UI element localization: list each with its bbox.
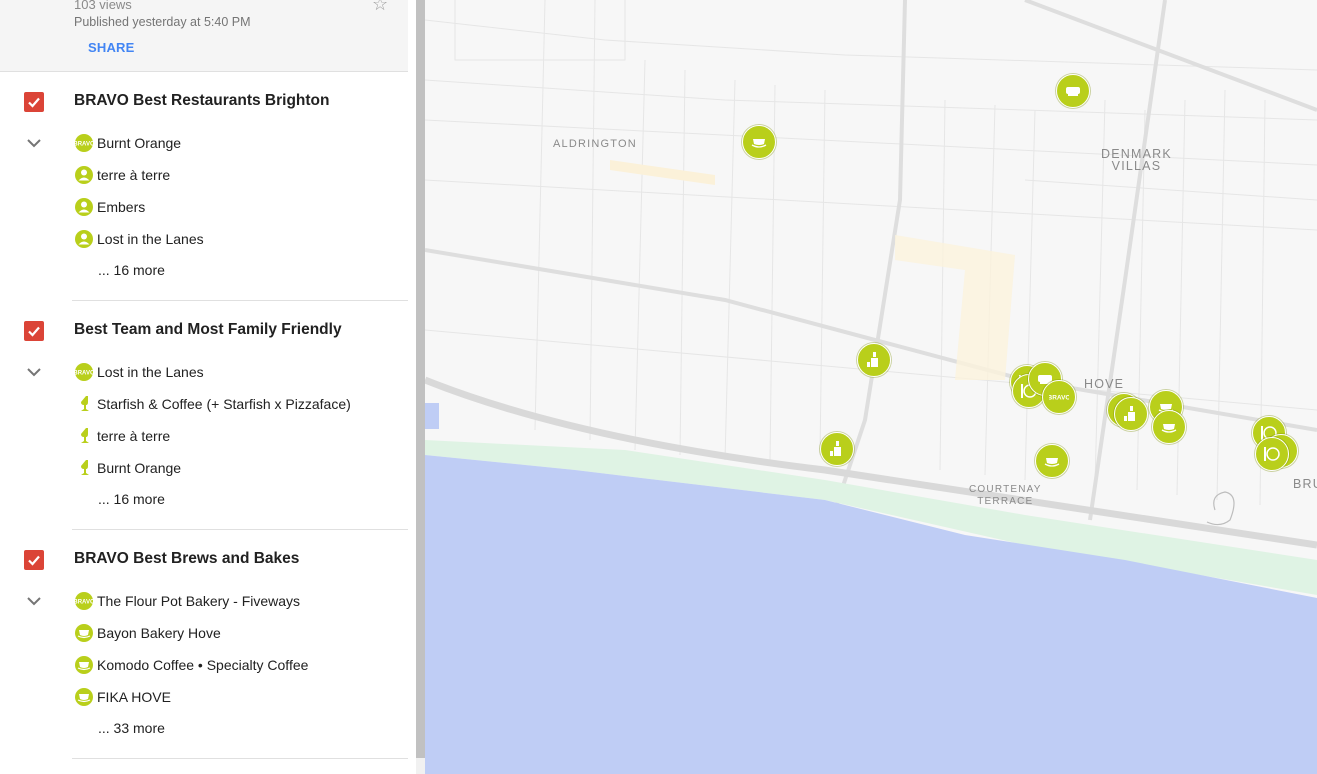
map-marker-restaurant[interactable] [1255, 437, 1289, 471]
map-canvas[interactable]: ALDRINGTON DENMARK VILLAS HOVE COURTENAY… [425, 0, 1317, 774]
svg-text:BRAVO: BRAVO [74, 142, 94, 148]
layer-checkbox[interactable] [24, 550, 44, 570]
divider [72, 529, 408, 530]
map-marker-cup[interactable] [1035, 444, 1069, 478]
wine-glass-icon [74, 458, 94, 478]
bravo-badge-icon: BRAVO [73, 362, 95, 382]
bottle-icon [1124, 406, 1135, 421]
bravo-badge-icon: BRAVO [73, 133, 95, 153]
legend-sidebar: 103 views Published yesterday at 5:40 PM… [0, 0, 416, 774]
map-base [425, 0, 1317, 774]
person-icon [74, 165, 94, 185]
item-label: Komodo Coffee • Specialty Coffee [97, 657, 309, 673]
item-label: Starfish & Coffee (+ Starfish x Pizzafac… [97, 396, 351, 412]
bravo-badge-icon: BRAVO [73, 591, 95, 611]
share-button[interactable]: SHARE [88, 40, 135, 55]
list-item[interactable]: BRAVO Lost in the Lanes [73, 361, 204, 383]
item-label: terre à terre [97, 428, 171, 444]
list-item[interactable]: FIKA HOVE [74, 686, 171, 708]
map-label-hove: HOVE [1084, 377, 1125, 391]
chevron-down-icon[interactable] [26, 366, 42, 378]
wine-glass-icon [74, 394, 94, 414]
map-label-courtenay-terrace: COURTENAY TERRACE [969, 484, 1042, 507]
item-label: Lost in the Lanes [97, 364, 204, 380]
list-item[interactable]: terre à terre [74, 425, 170, 447]
person-icon [74, 197, 94, 217]
bottle-icon [830, 441, 841, 456]
map-info-header: 103 views Published yesterday at 5:40 PM… [0, 0, 408, 72]
layer-title: BRAVO Best Restaurants Brighton [74, 92, 330, 109]
divider [72, 758, 408, 759]
bakery-icon [1066, 87, 1080, 96]
cup-icon [74, 655, 94, 675]
cup-icon [74, 623, 94, 643]
svg-text:BRAVO: BRAVO [74, 371, 94, 377]
star-icon[interactable]: ☆ [372, 0, 388, 15]
item-label: Burnt Orange [97, 460, 182, 476]
check-icon [28, 555, 40, 566]
map-marker-bottle[interactable] [857, 343, 891, 377]
list-item[interactable]: Embers [74, 196, 145, 218]
chevron-down-icon[interactable] [26, 137, 42, 149]
list-item[interactable]: terre à terre [74, 164, 170, 186]
published-date: Published yesterday at 5:40 PM [74, 15, 251, 29]
item-label: Bayon Bakery Hove [97, 625, 221, 641]
map-marker-bakery[interactable] [1056, 74, 1090, 108]
person-icon [74, 229, 94, 249]
check-icon [28, 326, 40, 337]
list-item[interactable]: Bayon Bakery Hove [74, 622, 221, 644]
plate-icon [1264, 447, 1280, 461]
item-label: FIKA HOVE [97, 689, 171, 705]
list-item[interactable]: BRAVO Burnt Orange [73, 132, 182, 154]
layer-checkbox[interactable] [24, 321, 44, 341]
item-label: The Flour Pot Bakery - Fiveways [97, 593, 301, 609]
cup-icon [751, 139, 767, 148]
more-link[interactable]: ... 33 more [98, 720, 165, 736]
item-label: terre à terre [97, 167, 171, 183]
wine-glass-icon [74, 426, 94, 446]
bottle-icon [867, 352, 878, 367]
map-label-bru: BRU [1293, 477, 1317, 491]
map-label-aldrington: ALDRINGTON [553, 138, 637, 150]
svg-text:BRAVO: BRAVO [74, 600, 94, 606]
list-item[interactable]: Lost in the Lanes [74, 228, 204, 250]
layer-title: BRAVO Best Brews and Bakes [74, 550, 300, 567]
layer-title: Best Team and Most Family Friendly [74, 321, 342, 338]
more-link[interactable]: ... 16 more [98, 491, 165, 507]
cup-icon [1161, 424, 1177, 433]
item-label: Embers [97, 199, 146, 215]
map-marker-cup[interactable] [742, 125, 776, 159]
view-count: 103 views [74, 0, 132, 12]
list-item[interactable]: BRAVO The Flour Pot Bakery - Fiveways [73, 590, 301, 612]
map-marker-cup[interactable] [1152, 410, 1186, 444]
cup-icon [74, 687, 94, 707]
layer-checkbox[interactable] [24, 92, 44, 112]
map-label-denmark-villas: DENMARK VILLAS [1101, 147, 1172, 173]
list-item[interactable]: Starfish & Coffee (+ Starfish x Pizzafac… [74, 393, 351, 415]
bravo-badge-icon: BRAVO [1049, 395, 1069, 402]
more-link[interactable]: ... 16 more [98, 262, 165, 278]
map-marker-bravo[interactable]: BRAVO [1042, 380, 1076, 414]
map-marker-bottle[interactable] [820, 432, 854, 466]
scrollbar-thumb[interactable] [416, 0, 425, 758]
list-item[interactable]: Komodo Coffee • Specialty Coffee [74, 654, 308, 676]
item-label: Lost in the Lanes [97, 231, 204, 247]
item-label: Burnt Orange [97, 135, 182, 151]
list-item[interactable]: Burnt Orange [74, 457, 181, 479]
check-icon [28, 97, 40, 108]
cup-icon [1044, 458, 1060, 467]
divider [72, 300, 408, 301]
chevron-down-icon[interactable] [26, 595, 42, 607]
map-marker-bottle[interactable] [1114, 397, 1148, 431]
svg-text:BRAVO: BRAVO [1049, 395, 1069, 402]
